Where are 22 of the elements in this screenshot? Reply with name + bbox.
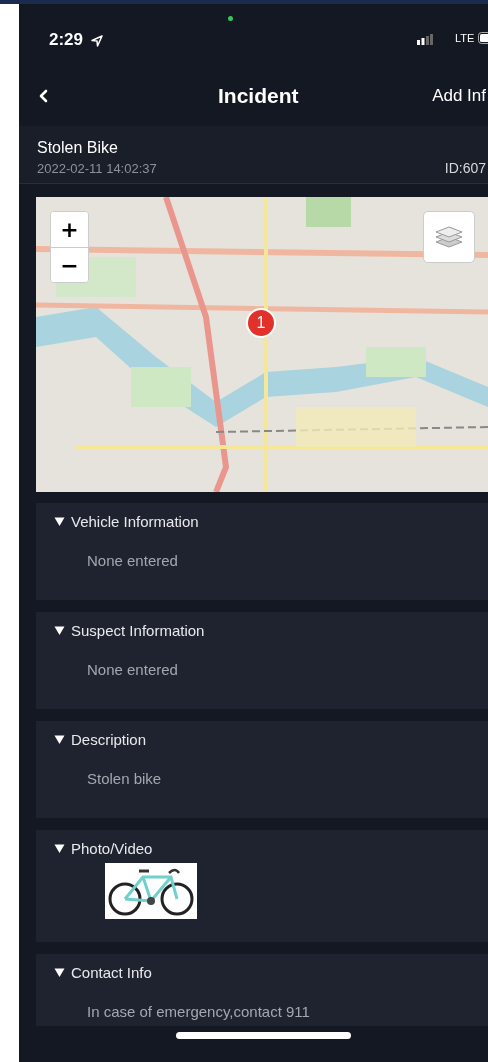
section-header[interactable]: Vehicle Information: [54, 513, 199, 530]
section-text: In case of emergency,contact 911: [87, 1003, 310, 1020]
incident-id: ID:607: [444, 160, 486, 176]
section-header[interactable]: Contact Info: [54, 964, 152, 981]
network-label: LTE: [455, 32, 475, 44]
section-text: Stolen bike: [87, 770, 162, 787]
incident-title: Stolen Bike: [37, 139, 119, 157]
zoom-out-button[interactable]: −: [51, 247, 88, 282]
signal-icon: [417, 34, 433, 45]
back-button[interactable]: [38, 88, 50, 104]
location-arrow-icon: [91, 35, 103, 47]
chevron-left-icon: [38, 89, 48, 103]
incident-timestamp: 2022-02-11 14:02:37: [37, 161, 157, 176]
section-text: None entered: [87, 552, 178, 569]
status-time: 2:29: [49, 30, 84, 50]
section-text: None entered: [87, 661, 178, 678]
add-info-button[interactable]: Add Inf: [432, 86, 486, 106]
screen-title: Incident: [218, 84, 299, 108]
section-header[interactable]: Suspect Information: [54, 622, 205, 639]
section-header[interactable]: Photo/Video: [54, 840, 153, 857]
privacy-dot-icon: [228, 16, 233, 21]
section-header[interactable]: Description: [54, 731, 147, 748]
